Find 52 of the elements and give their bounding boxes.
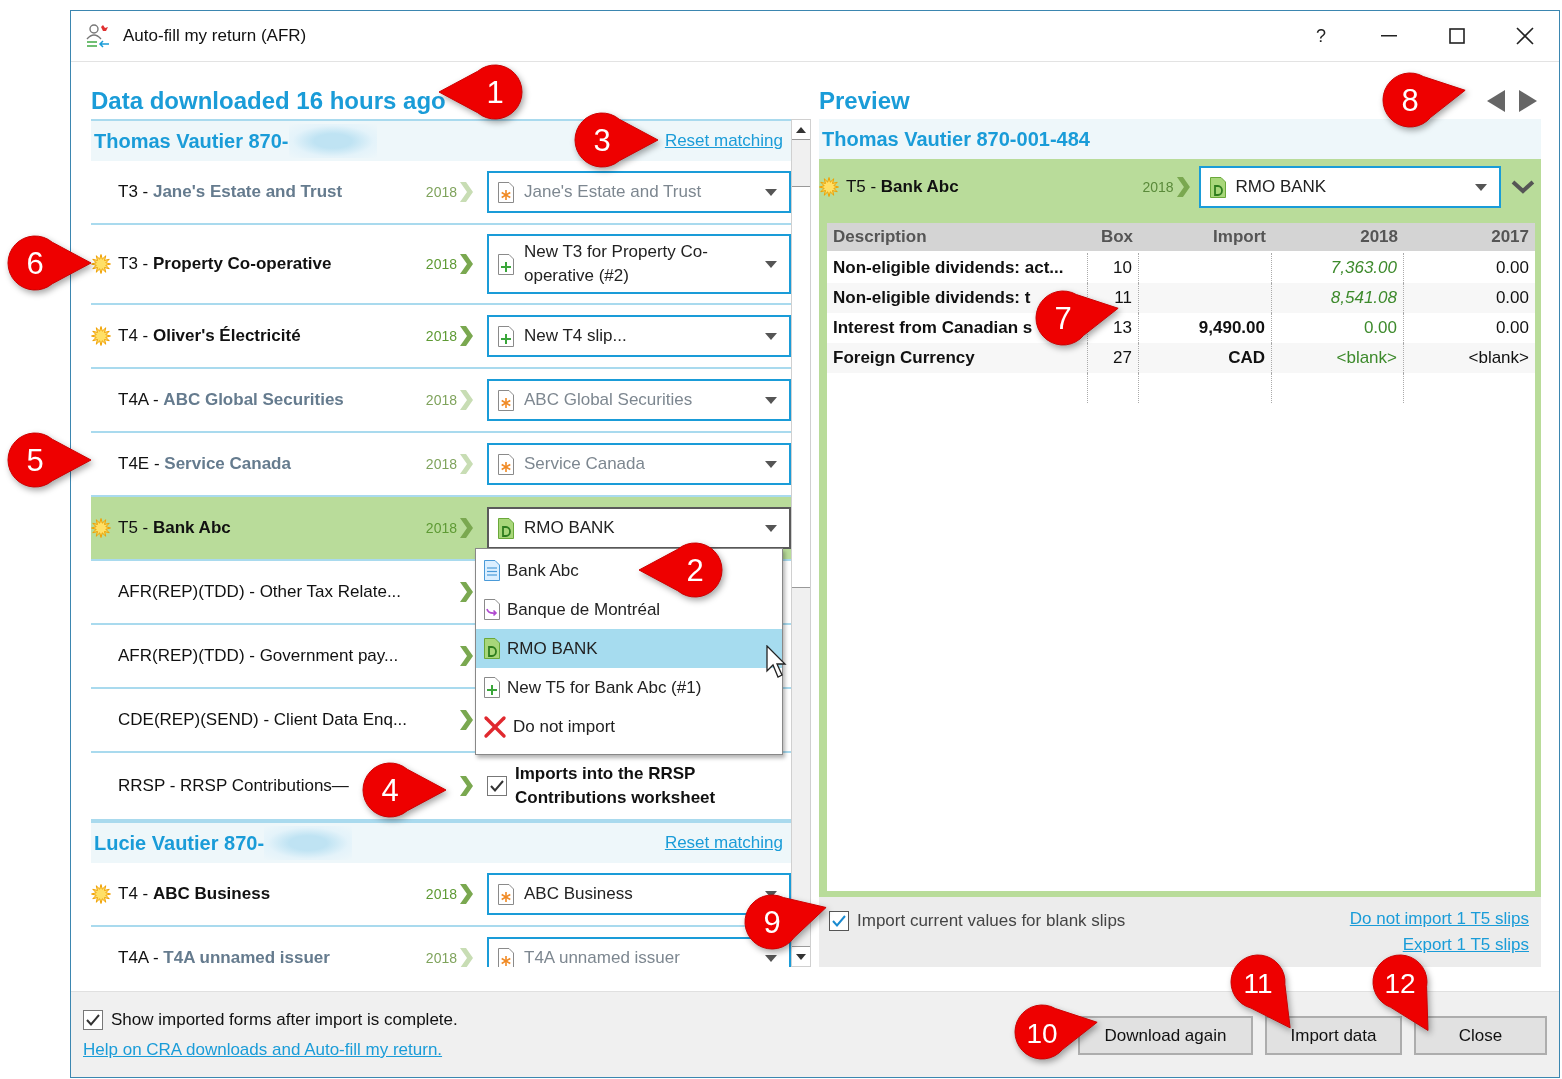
year-label: 2018 xyxy=(424,328,458,344)
person-name: Lucie Vautier 870- xyxy=(94,831,265,855)
year-label: 2018 xyxy=(424,950,458,966)
table-cell: <blank> xyxy=(1272,343,1404,373)
table-cell: 8,541.08 xyxy=(1272,283,1404,313)
slip-title: AFR(REP)(TDD) - Government pay... xyxy=(118,646,399,666)
slip-title: T5 - Bank Abc xyxy=(845,177,960,197)
callout-tooltip: 4 xyxy=(363,763,446,817)
slip-title: CDE(REP)(SEND) - Client Data Enq... xyxy=(118,710,408,730)
slip-title: AFR(REP)(TDD) - Other Tax Relate... xyxy=(118,582,402,602)
column-header: Import xyxy=(1139,223,1272,251)
slip-title: RRSP - RRSP Contributions— xyxy=(118,776,349,796)
callout-tooltip: 6 xyxy=(8,236,91,290)
checkbox-label: Show imported forms after import is complete. xyxy=(111,1009,458,1031)
preview-heading: Preview xyxy=(819,86,910,115)
callout-tooltip: 5 xyxy=(8,433,91,487)
slip-title: T3 - Jane's Estate and Trust xyxy=(118,182,343,202)
slip-title: T4 - Oliver's Électricité xyxy=(118,326,301,346)
column-header: 2017 xyxy=(1404,223,1535,251)
year-label: 2018 xyxy=(424,456,458,472)
slip-title: T4A - ABC Global Securities xyxy=(118,390,344,410)
table-cell: 0.00 xyxy=(1404,283,1535,313)
table-cell: Foreign Currency xyxy=(827,343,1088,373)
year-label: 2018 xyxy=(424,520,458,536)
year-label: 2018 xyxy=(1142,179,1175,195)
window-title: Auto-fill my return (AFR) xyxy=(123,26,308,46)
table-cell: <blank> xyxy=(1404,343,1535,373)
person-name: Thomas Vautier 870-001-484 xyxy=(822,127,1090,151)
checkbox-label: Imports into the RRSP Contributions worksheet xyxy=(515,763,717,809)
column-header: 2018 xyxy=(1272,223,1404,251)
checkbox-label: Import current values for blank slips xyxy=(857,910,1126,932)
year-label: 2018 xyxy=(424,184,458,200)
person-name: Thomas Vautier 870- xyxy=(94,129,289,153)
year-label: 2018 xyxy=(424,256,458,272)
year-label: 2018 xyxy=(424,392,458,408)
callout-tooltip: 11 xyxy=(1231,955,1291,1028)
slip-title: T5 - Bank Abc xyxy=(118,518,231,538)
table-cell: CAD xyxy=(1139,343,1272,373)
slip-title: T4E - Service Canada xyxy=(118,454,291,474)
callout-tooltip: 8 xyxy=(1383,73,1466,127)
slip-title: T4A - T4A unnamed issuer xyxy=(118,948,330,967)
callout-tooltip: 10 xyxy=(1015,1005,1098,1059)
callout-tooltip: 3 xyxy=(575,113,658,167)
callout-tooltip: 9 xyxy=(745,895,827,949)
callout-tooltip: 2 xyxy=(639,543,722,597)
year-label: 2018 xyxy=(424,886,458,902)
column-header: Description xyxy=(827,223,1088,251)
table-cell: 27 xyxy=(1088,343,1139,373)
slip-title: T3 - Property Co-operative xyxy=(118,254,332,274)
column-header: Box xyxy=(1088,223,1139,251)
callout-tooltip: 12 xyxy=(1373,955,1428,1031)
slip-title: T4 - ABC Business xyxy=(118,884,271,904)
